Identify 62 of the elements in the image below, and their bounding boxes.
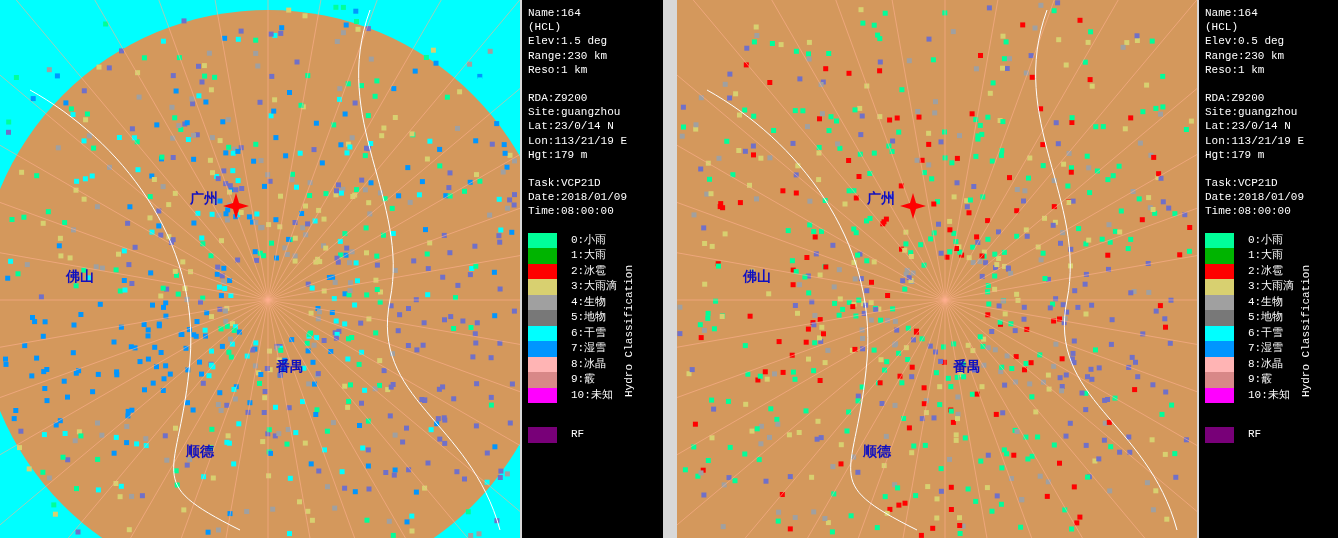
- info-line: Time:08:00:00: [1205, 204, 1292, 219]
- legend-label: 6:干雪: [1248, 327, 1284, 339]
- info-line: Lat:23/0/14 N: [1205, 119, 1292, 134]
- info-line: Task:VCP21D: [1205, 176, 1279, 191]
- info-line: Name:164: [528, 6, 582, 21]
- legend-label: 3:大雨滴: [1248, 281, 1295, 293]
- legend-label: 2:冰雹: [571, 265, 607, 277]
- legend-label: 0:小雨: [1248, 234, 1284, 246]
- info-line: Lat:23/0/14 N: [528, 119, 615, 134]
- info-line: Date:2018/01/09: [528, 190, 629, 205]
- legend-label: 8:冰晶: [571, 358, 607, 370]
- legend-label: 1:大雨: [571, 250, 607, 262]
- info-line: Task:VCP21D: [528, 176, 602, 191]
- place-label: 番禺: [953, 358, 981, 376]
- legend-label: 6:干雪: [571, 327, 607, 339]
- legend-label: 5:地物: [571, 312, 607, 324]
- info-line: Site:guangzhou: [528, 105, 622, 120]
- legend-label: 4:生物: [1248, 296, 1284, 308]
- info-line: Range:230 km: [528, 48, 609, 63]
- info-line: Elev:1.5 deg: [528, 34, 609, 49]
- place-label: 顺德: [863, 443, 891, 461]
- legend-label: 10:未知: [1248, 389, 1290, 401]
- legend-label: 8:冰晶: [1248, 358, 1284, 370]
- info-line: Reso:1 km: [1205, 62, 1266, 77]
- info-line: Lon:113/21/19 E: [1205, 133, 1306, 148]
- legend-title: Hydro Classification: [1299, 263, 1314, 397]
- info-line: (HCL): [528, 20, 562, 35]
- place-label: 广州: [867, 190, 895, 208]
- place-label: 番禺: [276, 358, 304, 376]
- info-line: Lon:113/21/19 E: [528, 133, 629, 148]
- radar-site-star-icon: [900, 193, 926, 219]
- legend-label: 10:未知: [571, 389, 613, 401]
- place-label: 广州: [190, 190, 218, 208]
- legend-label: 9:霰: [571, 374, 596, 386]
- info-line: Hgt:179 m: [1205, 147, 1266, 163]
- legend-title: Hydro Classification: [622, 263, 637, 397]
- info-line: RDA:Z9200: [528, 91, 589, 106]
- legend-label: 4:生物: [571, 296, 607, 308]
- legend-label: RF: [571, 429, 585, 441]
- legend-label: RF: [1248, 429, 1262, 441]
- info-line: Time:08:00:00: [528, 204, 615, 219]
- info-line: Hgt:179 m: [528, 147, 589, 163]
- info-line: RDA:Z9200: [1205, 91, 1266, 106]
- info-line: Elev:0.5 deg: [1205, 34, 1286, 49]
- place-label: 顺德: [186, 443, 214, 461]
- info-line: Site:guangzhou: [1205, 105, 1299, 120]
- legend-label: 7:湿雪: [571, 343, 607, 355]
- legend-label: 0:小雨: [571, 234, 607, 246]
- info-line: Reso:1 km: [528, 62, 589, 77]
- place-label: 佛山: [66, 268, 94, 286]
- place-label: 佛山: [743, 268, 771, 286]
- info-line: Name:164: [1205, 6, 1259, 21]
- radar-site-star-icon: [223, 193, 249, 219]
- info-line: Date:2018/01/09: [1205, 190, 1306, 205]
- legend-label: 7:湿雪: [1248, 343, 1284, 355]
- info-line: Range:230 km: [1205, 48, 1286, 63]
- legend-label: 3:大雨滴: [571, 281, 618, 293]
- legend-label: 1:大雨: [1248, 250, 1284, 262]
- info-line: (HCL): [1205, 20, 1239, 35]
- legend-label: 2:冰雹: [1248, 265, 1284, 277]
- legend-label: 9:霰: [1248, 374, 1273, 386]
- legend-label: 5:地物: [1248, 312, 1284, 324]
